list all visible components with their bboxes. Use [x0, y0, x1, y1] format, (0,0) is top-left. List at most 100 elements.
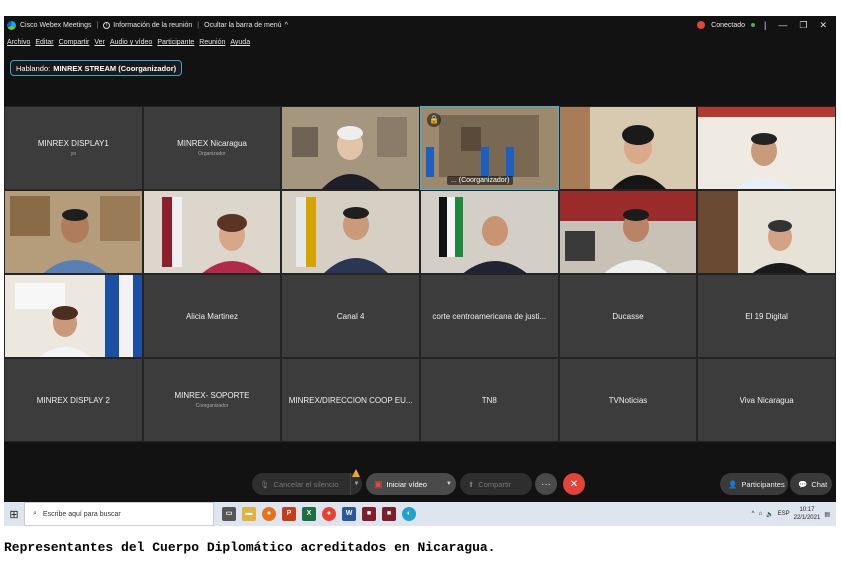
speaking-name: MINREX STREAM (Coorganizador): [53, 63, 177, 73]
connection-icon: [697, 21, 706, 29]
close-icon[interactable]: ✕: [816, 20, 830, 31]
participant-tile[interactable]: Ducasse: [558, 274, 698, 358]
participant-video-active[interactable]: 🔒 ... (Coorganizador): [419, 106, 559, 190]
menu-ayuda[interactable]: Ayuda: [230, 39, 250, 46]
more-icon: ···: [541, 478, 551, 490]
chevron-down-icon[interactable]: ▼: [446, 481, 452, 487]
word-icon[interactable]: W: [342, 507, 356, 521]
start-video-label: Iniciar vídeo: [386, 479, 427, 489]
taskbar-apps: ▭ ▬ ● P X ● W ■ ■ ◐: [222, 507, 416, 521]
menu-archivo[interactable]: Archivo: [7, 39, 30, 46]
participant-tile[interactable]: MINREX DISPLAY 2: [4, 358, 143, 442]
participant-tile[interactable]: corte centroamericana de justi...: [419, 274, 559, 358]
webex-logo-icon: [7, 20, 16, 30]
participant-video[interactable]: [4, 190, 143, 274]
chevron-up-icon[interactable]: ^: [285, 22, 288, 29]
webex-icon[interactable]: ◐: [402, 507, 416, 521]
participant-tile[interactable]: MINREX DISPLAY1 yo: [4, 106, 143, 190]
menu-audio-video[interactable]: Audio y vídeo: [110, 39, 152, 46]
search-icon: ⌕: [33, 510, 37, 517]
participant-tile[interactable]: Alicia Martinez: [142, 274, 282, 358]
participant-video[interactable]: [697, 190, 836, 274]
participant-name: MINREX Nicaragua: [177, 139, 247, 148]
share-button[interactable]: ⬆ Compartir: [460, 473, 532, 495]
separator: |: [197, 21, 200, 29]
menu-compartir[interactable]: Compartir: [59, 39, 90, 46]
participant-tile[interactable]: Viva Nicaragua: [697, 358, 836, 442]
taskbar-search[interactable]: ⌕ Escribe aquí para buscar: [24, 502, 214, 526]
menu-bar: Archivo Editar Compartir Ver Audio y víd…: [4, 35, 250, 50]
person-icon: 👤: [728, 479, 738, 489]
participant-name: El 19 Digital: [745, 311, 788, 321]
participant-tile[interactable]: Canal 4: [281, 274, 420, 358]
clock-date: 22/1/2021: [793, 515, 821, 521]
participant-video[interactable]: [558, 106, 698, 190]
participant-video[interactable]: [281, 190, 420, 274]
camera-off-icon: ▣: [374, 478, 383, 489]
media-app-icon[interactable]: ■: [362, 507, 376, 521]
participant-tile[interactable]: MINREX Nicaragua Organizador: [142, 106, 282, 190]
participant-name: MINREX/DIRECCION COOP EU...: [288, 395, 413, 405]
notifications-icon[interactable]: ▤: [824, 511, 830, 518]
chat-button[interactable]: 💬 Chat: [790, 473, 832, 495]
participant-name: MINREX- SOPORTE: [174, 391, 250, 400]
volume-icon[interactable]: 🔈: [766, 511, 773, 518]
windows-taskbar: ⊞ ⌕ Escribe aquí para buscar ▭ ▬ ● P X ●…: [4, 502, 836, 526]
app-title: Cisco Webex Meetings: [20, 21, 92, 29]
share-icon: ⬆: [468, 479, 475, 489]
status-dot-icon: [751, 23, 756, 27]
participant-video[interactable]: [697, 106, 836, 190]
menu-editar[interactable]: Editar: [35, 39, 53, 46]
participant-tile[interactable]: El 19 Digital: [697, 274, 836, 358]
start-video-button[interactable]: ▣ Iniciar vídeo ▼: [366, 473, 456, 495]
minimize-icon[interactable]: —: [775, 20, 790, 30]
participant-name: Viva Nicaragua: [739, 395, 794, 405]
excel-icon[interactable]: X: [302, 507, 316, 521]
clock[interactable]: 10:17 22/1/2021: [794, 506, 821, 522]
chevron-up-icon[interactable]: ^: [752, 511, 755, 517]
participant-video[interactable]: [558, 190, 698, 274]
menu-participante[interactable]: Participante: [157, 39, 194, 46]
hide-menu-button[interactable]: Ocultar la barra de menú: [204, 22, 281, 29]
menu-reunion[interactable]: Reunión: [199, 39, 225, 46]
info-icon[interactable]: i: [103, 21, 111, 29]
meeting-controls: 🎙 Cancelar el silencio ▼ ▣ Iniciar vídeo…: [4, 466, 836, 502]
share-label: Compartir: [478, 479, 512, 489]
speaking-indicator: Hablando: MINREX STREAM (Coorganizador): [10, 60, 183, 76]
menu-ver[interactable]: Ver: [94, 39, 105, 46]
participants-button[interactable]: 👤 Participantes: [720, 473, 788, 495]
chrome-icon[interactable]: ●: [322, 507, 336, 521]
video-frame: [698, 107, 835, 189]
separator: |: [96, 21, 99, 29]
separator: |: [764, 20, 767, 30]
participant-tile[interactable]: MINREX- SOPORTE Coorganizador: [142, 358, 282, 442]
participant-video[interactable]: [419, 190, 559, 274]
restore-icon[interactable]: ❐: [796, 20, 810, 31]
microphone-muted-icon: 🎙: [260, 479, 270, 489]
firefox-icon[interactable]: ●: [262, 507, 276, 521]
unmute-button[interactable]: 🎙 Cancelar el silencio ▼: [252, 473, 362, 495]
title-bar: Cisco Webex Meetings | i Información de …: [4, 16, 836, 34]
participant-video[interactable]: [4, 274, 143, 358]
windows-start-icon[interactable]: ⊞: [4, 502, 24, 526]
participant-tile[interactable]: MINREX/DIRECCION COOP EU...: [281, 358, 420, 442]
task-view-icon[interactable]: ▭: [222, 507, 236, 521]
participant-tile[interactable]: TN8: [419, 358, 559, 442]
lock-icon: 🔒: [426, 113, 441, 127]
language-indicator[interactable]: ESP: [778, 511, 790, 517]
participant-role: Coorganizador: [195, 403, 229, 409]
chat-label: Chat: [811, 479, 828, 489]
participant-name: TN8: [481, 395, 497, 405]
powerpoint-icon[interactable]: P: [282, 507, 296, 521]
file-explorer-icon[interactable]: ▬: [242, 507, 256, 521]
video-grid: MINREX DISPLAY1 yo MINREX Nicaragua Orga…: [4, 106, 836, 442]
video-frame: [143, 191, 281, 273]
participant-video[interactable]: [142, 190, 282, 274]
more-options-button[interactable]: ···: [535, 473, 557, 495]
meeting-info-button[interactable]: Información de la reunión: [113, 22, 192, 29]
leave-meeting-button[interactable]: ✕: [563, 473, 585, 495]
participant-tile[interactable]: TVNoticias: [558, 358, 698, 442]
media-app-icon[interactable]: ■: [382, 507, 396, 521]
network-icon[interactable]: ⌂: [759, 511, 763, 517]
participant-video[interactable]: [281, 106, 420, 190]
